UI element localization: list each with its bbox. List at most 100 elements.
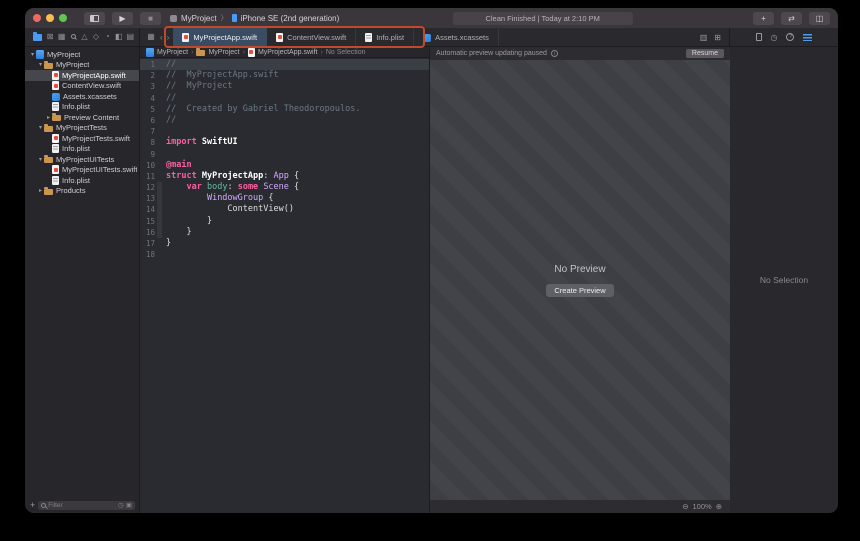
code-line[interactable]: 15 } xyxy=(140,216,429,227)
code-line[interactable]: 1// xyxy=(140,59,429,70)
code-line[interactable]: 6// xyxy=(140,115,429,126)
symbol-navigator-icon[interactable]: ▦ xyxy=(57,32,66,42)
breadcrumb-item[interactable]: MyProject xyxy=(146,48,188,57)
tab-contentview-swift[interactable]: ContentView.swift xyxy=(267,28,356,46)
disclosure-triangle-icon[interactable]: ▸ xyxy=(45,114,52,121)
code-line[interactable]: 7 xyxy=(140,126,429,137)
code-line[interactable]: 2// MyProjectApp.swift xyxy=(140,70,429,81)
file-tree-row-info-plist[interactable]: Info.plist xyxy=(25,144,139,155)
breadcrumb-label: MyProjectApp.swift xyxy=(258,49,318,56)
project-navigator-icon[interactable] xyxy=(33,34,42,41)
breadcrumb-item[interactable]: No Selection xyxy=(326,49,366,56)
disclosure-triangle-icon[interactable]: ▾ xyxy=(37,61,44,68)
file-tree-row-myproject[interactable]: ▾MyProject xyxy=(25,60,139,71)
minimize-window-button[interactable] xyxy=(46,14,54,22)
disclosure-triangle-icon[interactable]: ▾ xyxy=(29,51,36,58)
add-editor-icon[interactable]: ⊞ xyxy=(714,33,721,42)
forward-icon[interactable]: › xyxy=(167,33,170,42)
code-line[interactable]: 10@main xyxy=(140,160,429,171)
code-area[interactable]: 1//2// MyProjectApp.swift3// MyProject4/… xyxy=(140,58,429,513)
file-tree-row-assets-xcassets[interactable]: Assets.xcassets xyxy=(25,91,139,102)
code-line[interactable]: 17} xyxy=(140,238,429,249)
code-line[interactable]: 13 WindowGroup { xyxy=(140,193,429,204)
file-tree-row-info-plist[interactable]: Info.plist xyxy=(25,175,139,186)
code-line[interactable]: 9 xyxy=(140,149,429,160)
editor-swap-button[interactable]: ⇄ xyxy=(781,12,802,25)
navigator-filter-bar: + Filter ◷ ▣ xyxy=(25,499,139,513)
file-name-label: Info.plist xyxy=(62,144,90,153)
source-control-filter-icon[interactable]: ▣ xyxy=(126,502,132,509)
find-navigator-icon[interactable] xyxy=(68,32,77,42)
code-line[interactable]: 8import SwiftUI xyxy=(140,137,429,148)
filter-field[interactable]: Filter ◷ ▣ xyxy=(38,501,135,510)
disclosure-triangle-icon[interactable]: ▸ xyxy=(37,187,44,194)
file-tree-row-myprojectapp-swift[interactable]: MyProjectApp.swift xyxy=(25,70,139,81)
code-line[interactable]: 5// Created by Gabriel Theodoropoulos. xyxy=(140,104,429,115)
info-icon[interactable]: i xyxy=(551,50,558,57)
code-line[interactable]: 4// xyxy=(140,93,429,104)
zoom-level-label[interactable]: 100% xyxy=(693,502,712,511)
source-control-navigator-icon[interactable]: ⊠ xyxy=(45,32,54,42)
file-name-label: Info.plist xyxy=(62,176,90,185)
scheme-device-label[interactable]: iPhone SE (2nd generation) xyxy=(241,14,340,23)
tab-myprojectapp-swift[interactable]: MyProjectApp.swift xyxy=(173,28,267,46)
test-navigator-icon[interactable]: ◇ xyxy=(91,32,100,42)
breakpoint-navigator-icon[interactable]: ◧ xyxy=(114,32,123,42)
file-tree-row-myprojectuitests[interactable]: ▾MyProjectUITests xyxy=(25,154,139,165)
lines-inspector-icon[interactable] xyxy=(803,33,812,41)
zoom-in-icon[interactable]: ⊕ xyxy=(716,502,722,511)
debug-navigator-icon[interactable]: ◔ xyxy=(103,32,112,42)
tab-info-plist[interactable]: Info.plist xyxy=(356,28,414,46)
inspector-panel: No Selection xyxy=(730,47,838,513)
zoom-window-button[interactable] xyxy=(59,14,67,22)
toggle-navigator-button[interactable] xyxy=(84,12,105,25)
navigator-toolbar: ⊠▦ △◇◔◧▤ xyxy=(25,28,140,46)
code-text: // Created by Gabriel Theodoropoulos. xyxy=(162,104,360,115)
tab-assets-xcassets[interactable]: Assets.xcassets xyxy=(414,28,499,46)
file-tree-row-info-plist[interactable]: Info.plist xyxy=(25,102,139,113)
breadcrumb-item[interactable]: MyProjectApp.swift xyxy=(248,48,318,57)
code-line[interactable]: 11struct MyProjectApp: App { xyxy=(140,171,429,182)
swift-file-icon xyxy=(52,165,59,174)
add-file-button[interactable]: + xyxy=(30,501,35,510)
recent-files-filter-icon[interactable]: ◷ xyxy=(118,502,124,509)
file-inspector-icon[interactable] xyxy=(756,33,762,41)
inspector-no-selection-label: No Selection xyxy=(760,275,808,285)
code-line[interactable]: 12 var body: some Scene { xyxy=(140,182,429,193)
file-tree-row-myprojecttests[interactable]: ▾MyProjectTests xyxy=(25,123,139,134)
scheme-project-label[interactable]: MyProject xyxy=(181,14,217,23)
report-navigator-icon[interactable]: ▤ xyxy=(126,32,135,42)
create-preview-button[interactable]: Create Preview xyxy=(546,284,613,297)
run-button[interactable]: ▶ xyxy=(112,12,133,25)
issue-navigator-icon[interactable]: △ xyxy=(80,32,89,42)
code-line[interactable]: 14 ContentView() xyxy=(140,204,429,215)
file-tree-row-preview-content[interactable]: ▸ Preview Content xyxy=(25,112,139,123)
file-tree-row-myproject[interactable]: ▾MyProject xyxy=(25,49,139,60)
library-button[interactable]: + xyxy=(753,12,774,25)
scheme-selector[interactable]: MyProject 〉 iPhone SE (2nd generation) xyxy=(170,13,339,23)
quick-help-inspector-icon[interactable]: ? xyxy=(786,33,794,41)
file-tree-row-products[interactable]: ▸Products xyxy=(25,186,139,197)
zoom-out-icon[interactable]: ⊖ xyxy=(682,502,688,511)
code-line[interactable]: 3// MyProject xyxy=(140,81,429,92)
toggle-inspector-button[interactable]: ◫ xyxy=(809,12,830,25)
file-name-label: Preview Content xyxy=(64,113,119,122)
file-tree-row-contentview-swift[interactable]: ContentView.swift xyxy=(25,81,139,92)
code-line[interactable]: 18 xyxy=(140,249,429,260)
resume-button[interactable]: Resume xyxy=(686,49,724,58)
file-tree-row-myprojecttests-swift[interactable]: MyProjectTests.swift xyxy=(25,133,139,144)
code-text: @main xyxy=(162,160,192,171)
history-inspector-icon[interactable]: ◷ xyxy=(771,33,778,42)
file-tree-row-myprojectuitests-swift[interactable]: MyProjectUITests.swift xyxy=(25,165,139,176)
breadcrumb-item[interactable]: MyProject xyxy=(196,48,239,56)
code-line[interactable]: 16 } xyxy=(140,227,429,238)
disclosure-triangle-icon[interactable]: ▾ xyxy=(37,156,44,163)
related-items-icon[interactable]: ▦ xyxy=(146,32,156,42)
filter-icon xyxy=(41,503,46,508)
stop-button[interactable]: ■ xyxy=(140,12,161,25)
back-icon[interactable]: ‹ xyxy=(160,33,163,42)
disclosure-triangle-icon[interactable]: ▾ xyxy=(37,124,44,131)
editor-options-icon[interactable]: ▥ xyxy=(700,33,708,42)
close-window-button[interactable] xyxy=(33,14,41,22)
file-name-label: MyProjectUITests.swift xyxy=(62,165,137,174)
